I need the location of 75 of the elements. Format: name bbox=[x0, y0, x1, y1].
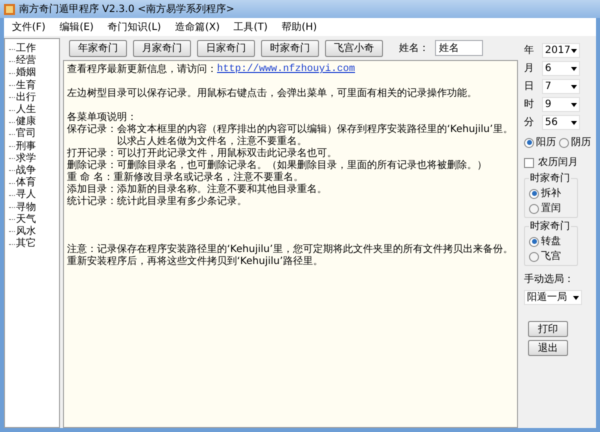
text-line: 打开记录：可以打开此记录文件，用鼠标双击此记录名也可。 bbox=[67, 148, 337, 160]
dropdown-caret-icon bbox=[571, 102, 577, 106]
tree-item[interactable]: 风水 bbox=[16, 226, 36, 238]
text-line: 保存记录：会将文本框里的内容（程序排出的内容可以编辑）保存到程序安装路径里的‘Kehujilu’里。 bbox=[67, 124, 513, 136]
date-label: 分 bbox=[524, 116, 534, 130]
toolbar-button[interactable]: 飞宫小奇 bbox=[325, 40, 383, 56]
text-line: 各菜单项说明： bbox=[67, 112, 137, 124]
text-line: 重新安装程序后，再将这些文件拷贝到‘Kehujilu’路径里。 bbox=[67, 256, 323, 268]
toolbar-button[interactable]: 月家奇门 bbox=[133, 40, 191, 56]
menu-item[interactable]: 编辑(E) bbox=[60, 20, 94, 34]
menu-item[interactable]: 造命篇(X) bbox=[175, 20, 220, 34]
action-button[interactable]: 打印 bbox=[528, 321, 568, 337]
name-label: 姓名： bbox=[399, 42, 429, 56]
tree-item[interactable]: 求学 bbox=[16, 152, 36, 165]
date-select[interactable]: 7 bbox=[542, 79, 580, 94]
text-line: 删除记录：可删除目录名，也可删除记录名。（如果删除目录，里面的所有记录也将被删除。） bbox=[67, 160, 487, 172]
tree-item[interactable]: 出行 bbox=[16, 92, 36, 104]
toolbar-button[interactable]: 年家奇门 bbox=[69, 40, 127, 56]
radio-option[interactable]: 阳历 bbox=[524, 136, 556, 149]
radio-option[interactable]: 阴历 bbox=[559, 136, 591, 149]
tree-item[interactable]: 人生 bbox=[16, 104, 36, 116]
toolbar-button[interactable]: 时家奇门 bbox=[261, 40, 319, 56]
date-label: 月 bbox=[524, 62, 534, 76]
text-line: 添加目录：添加新的目录名称。注意不要和其他目录重名。 bbox=[67, 184, 327, 196]
dropdown-caret-icon bbox=[573, 296, 579, 300]
dropdown-caret-icon bbox=[571, 120, 577, 124]
dropdown-caret-icon bbox=[571, 66, 577, 70]
tree-item[interactable]: 健康 bbox=[16, 116, 36, 128]
menu-item[interactable]: 工具(T) bbox=[234, 20, 268, 34]
date-label: 时 bbox=[524, 98, 534, 112]
radio-option[interactable]: 转盘 bbox=[529, 235, 561, 248]
date-label: 年 bbox=[524, 44, 534, 58]
group-title: 时家奇门 bbox=[529, 221, 571, 233]
radio-option[interactable]: 飞宫 bbox=[529, 250, 561, 263]
radio-option[interactable]: 置闰 bbox=[529, 202, 561, 215]
dropdown-caret-icon bbox=[571, 48, 577, 52]
tree-item[interactable]: 婚姻 bbox=[16, 67, 36, 80]
tree-item[interactable]: 体育 bbox=[16, 177, 36, 190]
text-line: 统计记录：统计此目录里有多少条记录。 bbox=[67, 196, 247, 208]
date-select[interactable]: 2017 bbox=[542, 43, 580, 58]
action-button[interactable]: 退出 bbox=[528, 340, 568, 356]
tree-item[interactable]: 刑事 bbox=[16, 140, 36, 153]
manual-label: 手动选局： bbox=[524, 272, 575, 287]
date-select[interactable]: 56 bbox=[542, 115, 580, 130]
tree-item[interactable]: 经营 bbox=[16, 55, 36, 68]
menu-item[interactable]: 帮助(H) bbox=[282, 20, 317, 34]
text-line: 重 命 名：重新修改目录名或记录名，注意不要重名。 bbox=[67, 172, 304, 184]
dropdown-caret-icon bbox=[571, 84, 577, 88]
menu-item[interactable]: 文件(F) bbox=[12, 20, 46, 34]
date-select[interactable]: 9 bbox=[542, 97, 580, 112]
tree-item[interactable]: 寻物 bbox=[16, 202, 36, 214]
text-line: 以求占人姓名做为文件名，注意不要重名。 bbox=[116, 136, 307, 148]
tree-item[interactable]: 其它 bbox=[16, 238, 36, 250]
tree-item[interactable]: 战争 bbox=[16, 164, 36, 177]
manual-select[interactable]: 阳遁一局 bbox=[524, 290, 582, 305]
text-area[interactable] bbox=[63, 60, 518, 428]
tree-item[interactable]: 生育 bbox=[16, 80, 36, 92]
toolbar-button[interactable]: 日家奇门 bbox=[197, 40, 255, 56]
radio-option[interactable]: 拆补 bbox=[529, 187, 561, 200]
tree-item[interactable]: 工作 bbox=[16, 43, 36, 56]
date-select[interactable]: 6 bbox=[542, 61, 580, 76]
date-label: 日 bbox=[524, 80, 534, 94]
name-field[interactable]: 姓名 bbox=[435, 40, 483, 56]
window-title: 南方奇门遁甲程序 V2.3.0 <南方易学系列程序> bbox=[19, 2, 234, 16]
intro-text: 查看程序最新更新信息，请访问： bbox=[67, 64, 217, 76]
app-icon bbox=[4, 4, 15, 14]
text-line: 左边树型目录可以保存记录。用鼠标右键点击，会弹出菜单，可里面有相关的记录操作功能。 bbox=[67, 88, 477, 100]
text-line: 注意：记录保存在程序安装路径里的‘Kehujilu’里，您可定期将此文件夹里的所有文件拷贝出来备份。 bbox=[67, 244, 513, 256]
tree-item[interactable]: 天气 bbox=[16, 214, 36, 226]
tree-item[interactable]: 寻人 bbox=[16, 189, 36, 202]
menu-item[interactable]: 奇门知识(L) bbox=[108, 20, 162, 34]
group-title: 时家奇门 bbox=[529, 173, 571, 185]
website-link[interactable]: http://www.nfzhouyi.com bbox=[217, 64, 356, 76]
tree-item[interactable]: 官司 bbox=[16, 128, 36, 140]
leap-month-checkbox[interactable]: 农历闰月 bbox=[524, 155, 596, 170]
